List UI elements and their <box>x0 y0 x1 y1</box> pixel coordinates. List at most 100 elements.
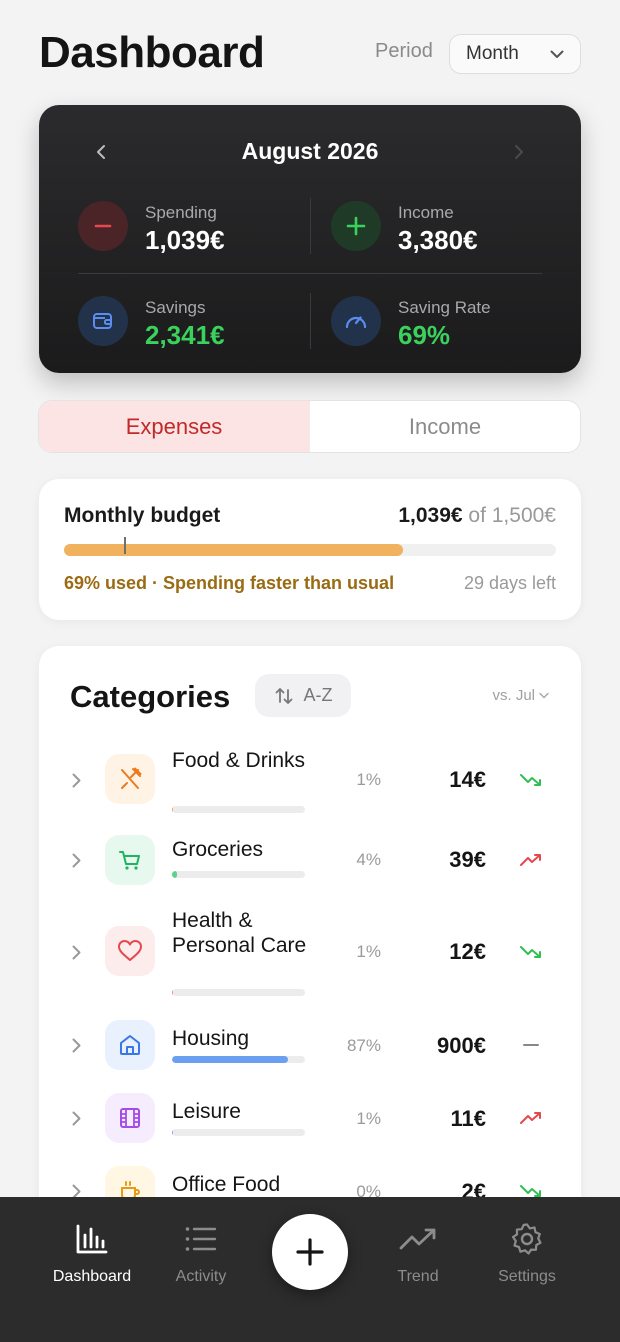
category-share-fill <box>172 1129 174 1136</box>
nav-dashboard[interactable]: Dashboard <box>37 1217 147 1286</box>
category-row-health[interactable]: Health & Personal Care 1% 12€ <box>39 904 581 1004</box>
trend-up-icon <box>519 1108 543 1128</box>
category-share-bar <box>172 806 305 813</box>
period-select[interactable]: Month <box>449 34 581 74</box>
tab-expenses[interactable]: Expenses <box>39 401 310 452</box>
category-share-bar <box>172 1129 305 1136</box>
stat-value: 69% <box>398 320 451 350</box>
category-amount: 14€ <box>449 767 486 792</box>
sort-button[interactable]: A-Z <box>255 674 351 717</box>
budget-pace-marker <box>124 537 126 554</box>
chevron-right-icon <box>68 1035 84 1055</box>
stat-value: 1,039€ <box>145 225 225 255</box>
plus-icon <box>296 1238 324 1266</box>
category-row-leisure[interactable]: Leisure 1% 11€ <box>39 1091 581 1151</box>
category-row-food-drinks[interactable]: Food & Drinks 1% 14€ <box>39 746 581 816</box>
category-percent: 4% <box>356 850 381 869</box>
trend-up-icon <box>519 850 543 870</box>
gauge-icon <box>331 296 381 346</box>
chevron-right-icon <box>68 770 84 790</box>
category-amount: 12€ <box>449 939 486 964</box>
stat-income: Income 3,380€ <box>331 201 561 261</box>
trend-flat-icon <box>519 1035 543 1055</box>
nav-trend[interactable]: Trend <box>363 1217 473 1286</box>
heart-icon <box>105 926 155 976</box>
category-name: Health & Personal Care <box>172 909 307 957</box>
type-toggle: Expenses Income <box>38 400 581 453</box>
compare-label: vs. Jul <box>492 687 535 704</box>
nav-label: Dashboard <box>52 1268 132 1285</box>
category-name: Housing <box>172 1027 250 1050</box>
bottom-nav: Dashboard Activity Trend Settings <box>0 1197 620 1342</box>
budget-spent: 1,039€ <box>398 504 463 527</box>
page-title: Dashboard <box>39 28 265 77</box>
trend-icon <box>363 1217 473 1261</box>
category-percent: 1% <box>356 770 381 789</box>
category-name: Groceries <box>172 838 264 861</box>
stat-value: 3,380€ <box>398 225 478 255</box>
stat-savings: Savings 2,341€ <box>78 296 308 356</box>
category-row-groceries[interactable]: Groceries 4% 39€ <box>39 831 581 891</box>
stat-spending: Spending 1,039€ <box>78 201 308 261</box>
category-name: Leisure <box>172 1100 241 1123</box>
category-share-bar <box>172 989 305 996</box>
category-percent: 1% <box>356 1109 381 1128</box>
stat-label: Saving Rate <box>398 298 491 317</box>
stat-label: Savings <box>145 298 206 317</box>
month-label: August 2026 <box>241 138 379 164</box>
stat-value: 2,341€ <box>145 320 225 350</box>
utensils-icon <box>105 754 155 804</box>
next-month-button[interactable] <box>507 139 531 165</box>
category-share-fill <box>172 1056 288 1063</box>
trend-down-icon <box>519 942 543 962</box>
chevron-right-icon <box>68 942 84 962</box>
sort-label: A-Z <box>303 685 333 705</box>
sort-icon <box>275 687 292 704</box>
category-name: Food & Drinks <box>172 749 306 772</box>
category-share-fill <box>172 989 174 996</box>
bar-chart-icon <box>37 1217 147 1261</box>
chevron-right-icon <box>515 145 523 159</box>
category-share-fill <box>172 806 174 813</box>
stat-label: Spending <box>145 203 217 222</box>
plus-icon <box>331 201 381 251</box>
category-amount: 900€ <box>437 1033 486 1058</box>
categories-title: Categories <box>70 679 231 714</box>
budget-title: Monthly budget <box>64 504 221 527</box>
trend-down-icon <box>519 770 543 790</box>
wallet-icon <box>78 296 128 346</box>
nav-settings[interactable]: Settings <box>472 1217 582 1286</box>
month-navigator: August 2026 <box>39 137 581 167</box>
budget-progress-fill <box>64 544 404 556</box>
period-select-value: Month <box>466 43 519 64</box>
stat-label: Income <box>398 203 454 222</box>
header: Dashboard Period Month <box>0 0 620 100</box>
budget-card[interactable]: Monthly budget 1,039€ of 1,500€ 69% used… <box>39 479 581 620</box>
divider <box>78 273 542 274</box>
budget-days-left: 29 days left <box>463 573 556 593</box>
category-share-fill <box>172 871 178 878</box>
nav-label: Settings <box>498 1268 556 1285</box>
category-share-bar <box>172 871 305 878</box>
list-icon <box>146 1217 256 1261</box>
tab-income[interactable]: Income <box>310 401 580 452</box>
compare-select[interactable]: vs. Jul <box>492 687 549 704</box>
period-label: Period <box>375 40 433 62</box>
chevron-right-icon <box>68 1108 84 1128</box>
add-transaction-button[interactable] <box>272 1214 348 1290</box>
category-percent: 1% <box>356 942 381 961</box>
budget-status: 69% used · Spending faster than usual <box>64 573 395 593</box>
stat-saving-rate: Saving Rate 69% <box>331 296 561 356</box>
chevron-down-icon <box>550 50 564 59</box>
nav-label: Trend <box>397 1268 439 1285</box>
divider <box>310 293 311 349</box>
category-amount: 11€ <box>450 1106 487 1131</box>
chevron-right-icon <box>68 850 84 870</box>
film-icon <box>105 1093 155 1143</box>
home-icon <box>105 1020 155 1070</box>
minus-icon <box>78 201 128 251</box>
category-row-housing[interactable]: Housing 87% 900€ <box>39 1018 581 1078</box>
nav-activity[interactable]: Activity <box>146 1217 256 1286</box>
budget-total: of 1,500€ <box>468 504 556 527</box>
budget-progress <box>64 537 556 556</box>
